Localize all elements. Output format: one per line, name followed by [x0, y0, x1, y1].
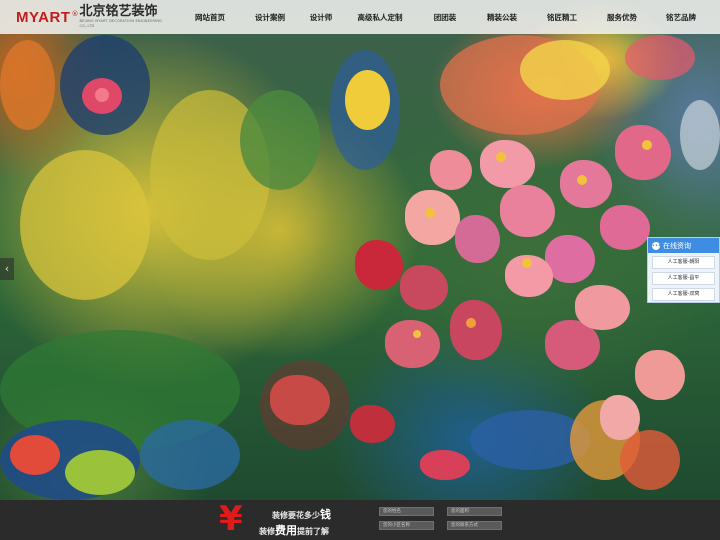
- logo-english-text: BEIJING MYART DECORATION ENGINEERING CO.…: [79, 19, 163, 28]
- nav-item-design-cases[interactable]: 设计案例: [240, 12, 300, 23]
- nav-item-group-decoration[interactable]: 团团装: [418, 12, 472, 23]
- area-input[interactable]: 您的面积: [447, 507, 502, 516]
- name-input[interactable]: 您的姓名: [379, 507, 434, 516]
- nav-item-designers[interactable]: 设计师: [300, 12, 342, 23]
- contact-input[interactable]: 您的联系方式: [447, 521, 502, 530]
- quote-slogan-line1: 装修要花多少钱: [272, 506, 331, 522]
- slogan2-tail: 提前了解: [297, 527, 329, 536]
- slogan2-emphasis: 费用: [275, 524, 297, 537]
- logo-chinese-block: 北京铭艺装饰 BEIJING MYART DECORATION ENGINEER…: [79, 5, 176, 29]
- main-nav: 网站首页 设计案例 设计师 高级私人定制 团团装 精装公装 铭匠精工 服务优势 …: [180, 12, 710, 23]
- hero-banner-image: [0, 0, 720, 500]
- online-consult-widget: ••• 在线资询 人工客服-朝阳 人工客服-昌平 人工客服-双窝: [647, 237, 720, 303]
- top-navigation-bar: MYART ® 北京铭艺装饰 BEIJING MYART DECORATION …: [0, 0, 720, 34]
- registered-mark: ®: [71, 10, 79, 18]
- yen-icon: ¥: [219, 499, 243, 539]
- community-input[interactable]: 您的小区名称: [379, 521, 434, 530]
- consult-link-chaoyang[interactable]: 人工客服-朝阳: [652, 256, 715, 269]
- slogan2-text: 装修: [259, 527, 275, 536]
- consult-header: ••• 在线资询: [648, 238, 719, 253]
- slider-prev-arrow[interactable]: ‹: [0, 258, 14, 280]
- slogan1-emphasis: 钱: [320, 508, 331, 521]
- nav-item-service-advantages[interactable]: 服务优势: [592, 12, 652, 23]
- logo-latin-text: MYART: [16, 8, 71, 26]
- consult-title: 在线资询: [663, 241, 691, 250]
- nav-item-home[interactable]: 网站首页: [180, 12, 240, 23]
- logo-chinese-text: 北京铭艺装饰: [79, 4, 158, 19]
- quote-bar: [0, 500, 720, 540]
- nav-item-commercial-fitout[interactable]: 精装公装: [472, 12, 532, 23]
- nav-item-craftsmanship[interactable]: 铭匠精工: [532, 12, 592, 23]
- quote-slogan-line2: 装修费用提前了解: [259, 522, 329, 538]
- chat-bubble-icon: •••: [652, 241, 661, 250]
- slogan1-text: 装修要花多少: [272, 511, 320, 520]
- nav-item-private-custom[interactable]: 高级私人定制: [342, 12, 418, 23]
- consult-link-changping[interactable]: 人工客服-昌平: [652, 272, 715, 285]
- brand-logo[interactable]: MYART ® 北京铭艺装饰 BEIJING MYART DECORATION …: [16, 5, 176, 29]
- consult-link-shuangwo[interactable]: 人工客服-双窝: [652, 288, 715, 301]
- nav-item-brand[interactable]: 铭艺品牌: [652, 12, 710, 23]
